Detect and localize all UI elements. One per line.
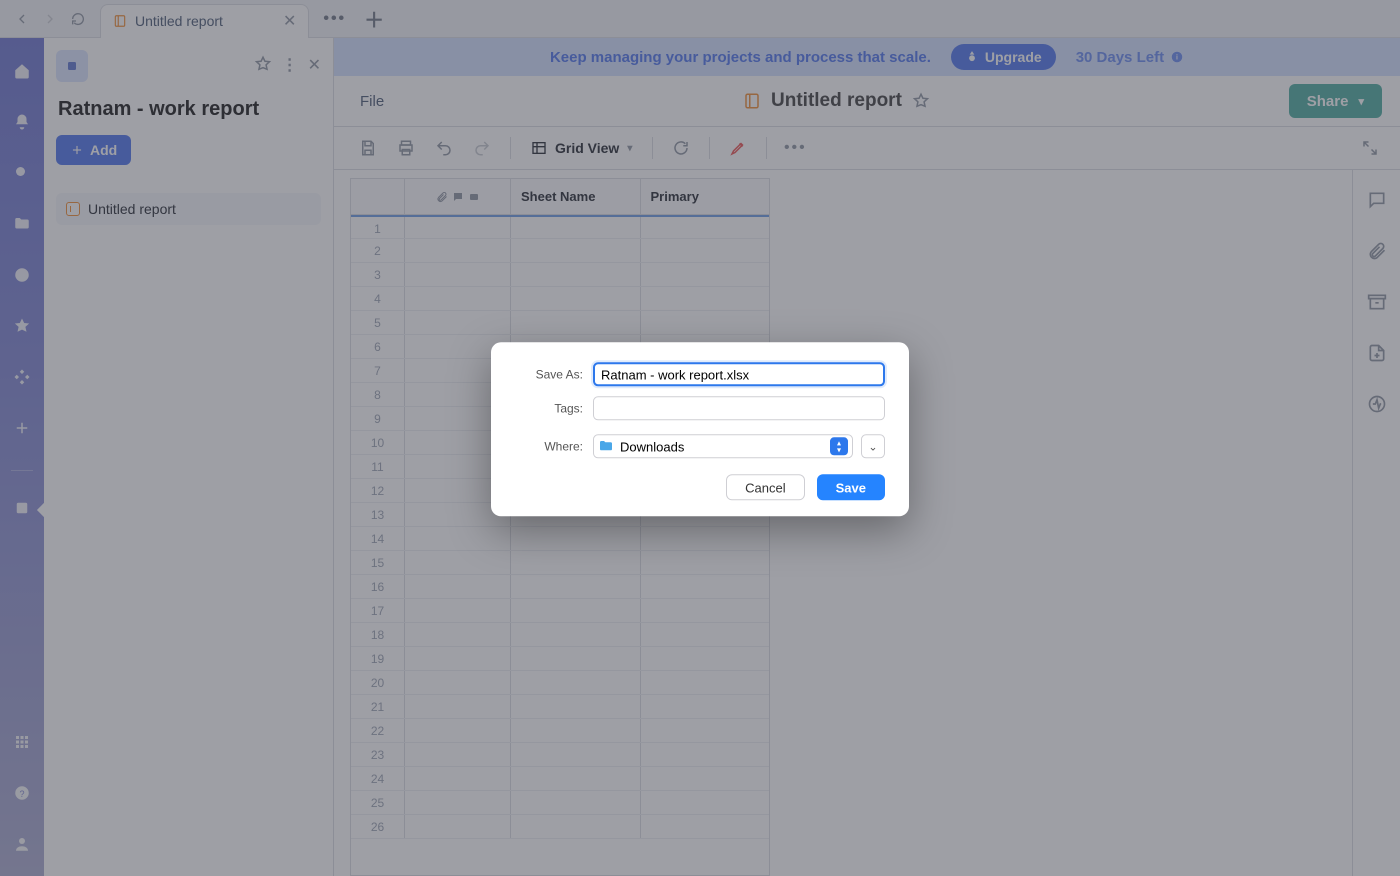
where-value: Downloads (620, 439, 684, 454)
cancel-button[interactable]: Cancel (726, 474, 804, 500)
save-as-label: Save As: (509, 367, 583, 381)
where-stepper-icon[interactable]: ▴▾ (830, 437, 848, 455)
where-select[interactable]: Downloads ▴▾ (593, 434, 853, 458)
save-button[interactable]: Save (817, 474, 885, 500)
save-dialog: Save As: Tags: Where: Downloads ▴▾ ⌄ Can… (491, 342, 909, 516)
save-as-input[interactable] (593, 362, 885, 386)
tags-label: Tags: (509, 401, 583, 415)
folder-icon (598, 438, 614, 454)
expand-save-dialog-button[interactable]: ⌄ (861, 434, 885, 458)
tags-input[interactable] (593, 396, 885, 420)
where-label: Where: (509, 439, 583, 453)
